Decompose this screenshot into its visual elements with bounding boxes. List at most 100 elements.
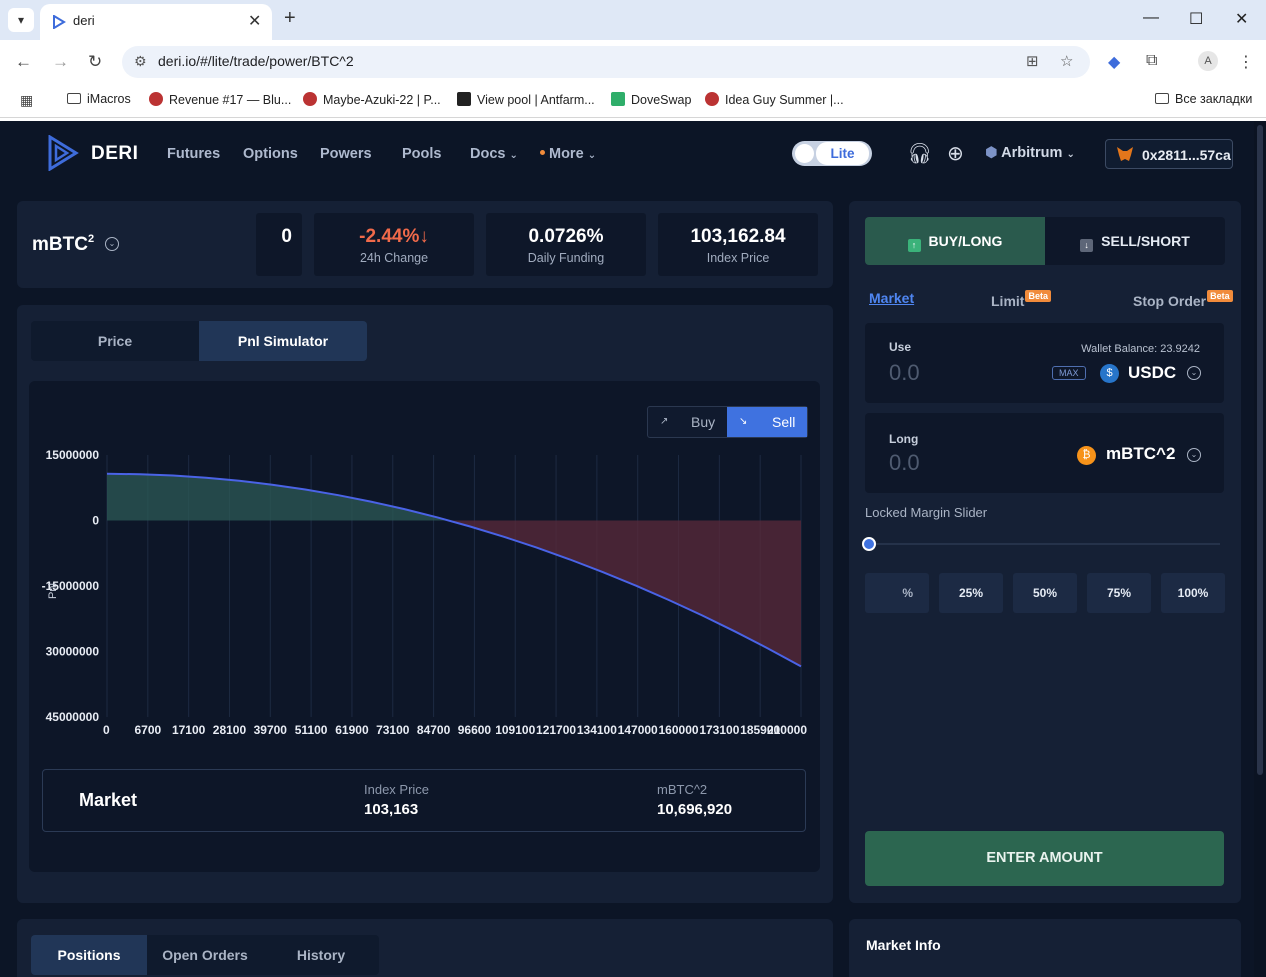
menu-kebab-icon[interactable]: ⋮ [1238,52,1254,72]
extensions-puzzle-icon[interactable]: ⧉ [1146,52,1157,70]
folder-icon [67,93,81,104]
nav-options[interactable]: Options [243,146,298,162]
minimize-button[interactable]: — [1143,9,1159,27]
bookmark-item[interactable]: iMacros [67,92,131,106]
pct-75-button[interactable]: 75% [1087,573,1151,613]
tab-close-icon[interactable]: ✕ [248,11,261,31]
url-text[interactable]: deri.io/#/lite/trade/power/BTC^2 [158,53,354,69]
symbol-dropdown-icon[interactable]: ⌄ [105,237,119,251]
bookmark-item[interactable]: Maybe-Azuki-22 | P... [303,92,441,107]
pnl-chart: 150000000-150000003000000045000000Pnl0 67… [42,448,808,737]
page-scrollbar[interactable] [1254,121,1266,977]
token-dropdown-icon[interactable]: ⌄ [1187,448,1201,462]
x-tick-label: 210000 [767,723,807,737]
index-price-label: Index Price [364,782,430,797]
order-type-limit[interactable]: Limit Beta [991,290,1051,309]
nav-more[interactable]: More ⌄ [540,146,596,162]
omnibox[interactable]: ⚙ deri.io/#/lite/trade/power/BTC^2 ⊞ ☆ [122,46,1090,78]
bookmark-star-icon[interactable]: ☆ [1060,52,1073,70]
x-tick-label: 173100 [699,723,739,737]
x-tick-label: 134100 [577,723,617,737]
change-value: -2.44%↓ [359,226,429,247]
y-tick-label: 0 [92,514,99,528]
tab-history[interactable]: History [263,935,379,975]
network-selector[interactable]: ⬢ Arbitrum ⌄ [985,145,1075,161]
nav-futures[interactable]: Futures [167,146,220,162]
pct-custom-input[interactable]: % [865,573,929,613]
use-input-box: Use 0.0 Wallet Balance: 23.9242 MAX $ US… [865,323,1224,403]
arbitrum-icon: ⬢ [985,145,998,161]
arrow-down-icon: ↓ [419,226,429,247]
chevron-down-icon: ⌄ [1066,149,1075,160]
stat-index-price: 103,162.84 Index Price [658,213,818,276]
enter-amount-button[interactable]: ENTER AMOUNT [865,831,1224,886]
nav-powers[interactable]: Powers [320,146,372,162]
wallet-button[interactable]: 0x2811...57ca [1105,139,1233,169]
deri-logo-icon[interactable] [47,135,79,171]
long-token[interactable]: mBTC^2 [1106,444,1175,464]
use-amount-input[interactable]: 0.0 [889,360,920,386]
pct-25-button[interactable]: 25% [939,573,1003,613]
tab-open-orders[interactable]: Open Orders [147,935,263,975]
tab-search-button[interactable]: ▾ [8,8,34,32]
long-label: Long [889,432,919,446]
apps-grid-icon[interactable]: ▦ [20,92,33,109]
margin-slider-track[interactable] [869,543,1220,545]
new-tab-button[interactable]: + [284,7,296,30]
long-input-box: Long 0.0 ₿ mBTC^2 ⌄ [865,413,1224,493]
close-window-button[interactable]: ✕ [1235,9,1248,29]
loss-area [448,520,801,667]
y-tick-label: 45000000 [46,710,100,724]
x-tick-label: 147000 [618,723,658,737]
bookmark-item[interactable]: DoveSwap [611,92,691,107]
wallet-balance: Wallet Balance: 23.9242 [1081,343,1200,355]
bookmarks-bar: ▦ iMacros Revenue #17 — Blu... Maybe-Azu… [0,84,1266,118]
toggle-knob [795,144,814,163]
extension-icon[interactable]: ◆ [1108,52,1120,72]
order-type-market[interactable]: Market [869,290,914,306]
chevron-down-icon: ⌄ [587,150,597,161]
y-tick-label: 15000000 [46,448,100,462]
pct-50-button[interactable]: 50% [1013,573,1077,613]
top-navigation: DERI Futures Options Powers Pools Docs ⌄… [0,121,1266,189]
buy-long-tab[interactable]: ↑ BUY/LONG [865,217,1045,265]
reload-icon[interactable]: ↻ [88,52,102,72]
x-tick-label: 28100 [213,723,247,737]
scrollbar-thumb[interactable] [1257,125,1263,775]
translate-icon[interactable]: ⊞ [1026,52,1039,70]
brand-name[interactable]: DERI [91,143,138,165]
profile-avatar[interactable]: A [1198,51,1218,71]
long-amount-input[interactable]: 0.0 [889,450,920,476]
browser-tab[interactable]: deri ✕ [40,4,272,40]
maximize-button[interactable]: ☐ [1189,9,1203,29]
ticker-symbol[interactable]: mBTC2 [32,233,94,256]
bookmark-item[interactable]: View pool | Antfarm... [457,92,595,107]
tab-positions[interactable]: Positions [31,935,147,975]
nav-pools[interactable]: Pools [402,146,441,162]
bookmark-item[interactable]: Idea Guy Summer |... [705,92,844,107]
margin-slider-handle[interactable] [862,537,876,551]
metamask-fox-icon [1117,147,1133,161]
max-button[interactable]: MAX [1052,366,1086,380]
nav-docs[interactable]: Docs ⌄ [470,146,518,162]
bookmark-item[interactable]: Revenue #17 — Blu... [149,92,291,107]
back-icon[interactable]: ← [15,52,32,72]
site-info-icon[interactable]: ⚙ [134,53,147,70]
tab-pnl-simulator[interactable]: Pnl Simulator [199,321,367,361]
use-token[interactable]: USDC [1128,363,1176,383]
y-axis-label: Pnl [47,583,59,599]
sell-short-tab[interactable]: ↓ SELL/SHORT [1045,217,1225,265]
bookmark-favicon-icon [149,92,163,106]
language-globe-icon[interactable]: ⊕ [947,141,964,166]
order-type-stop[interactable]: Stop Order Beta [1133,290,1233,309]
pct-100-button[interactable]: 100% [1161,573,1225,613]
tab-bar: ▾ deri ✕ + — ☐ ✕ [0,0,1266,40]
token-dropdown-icon[interactable]: ⌄ [1187,366,1201,380]
tab-price[interactable]: Price [31,321,199,361]
support-headset-icon[interactable]: 🎧︎ [907,141,932,166]
all-bookmarks[interactable]: Все закладки [1155,92,1252,106]
forward-icon[interactable]: → [52,52,69,72]
lite-mode-toggle[interactable]: Lite [792,141,872,166]
deri-favicon-icon [53,15,66,29]
x-tick-label: 73100 [376,723,410,737]
